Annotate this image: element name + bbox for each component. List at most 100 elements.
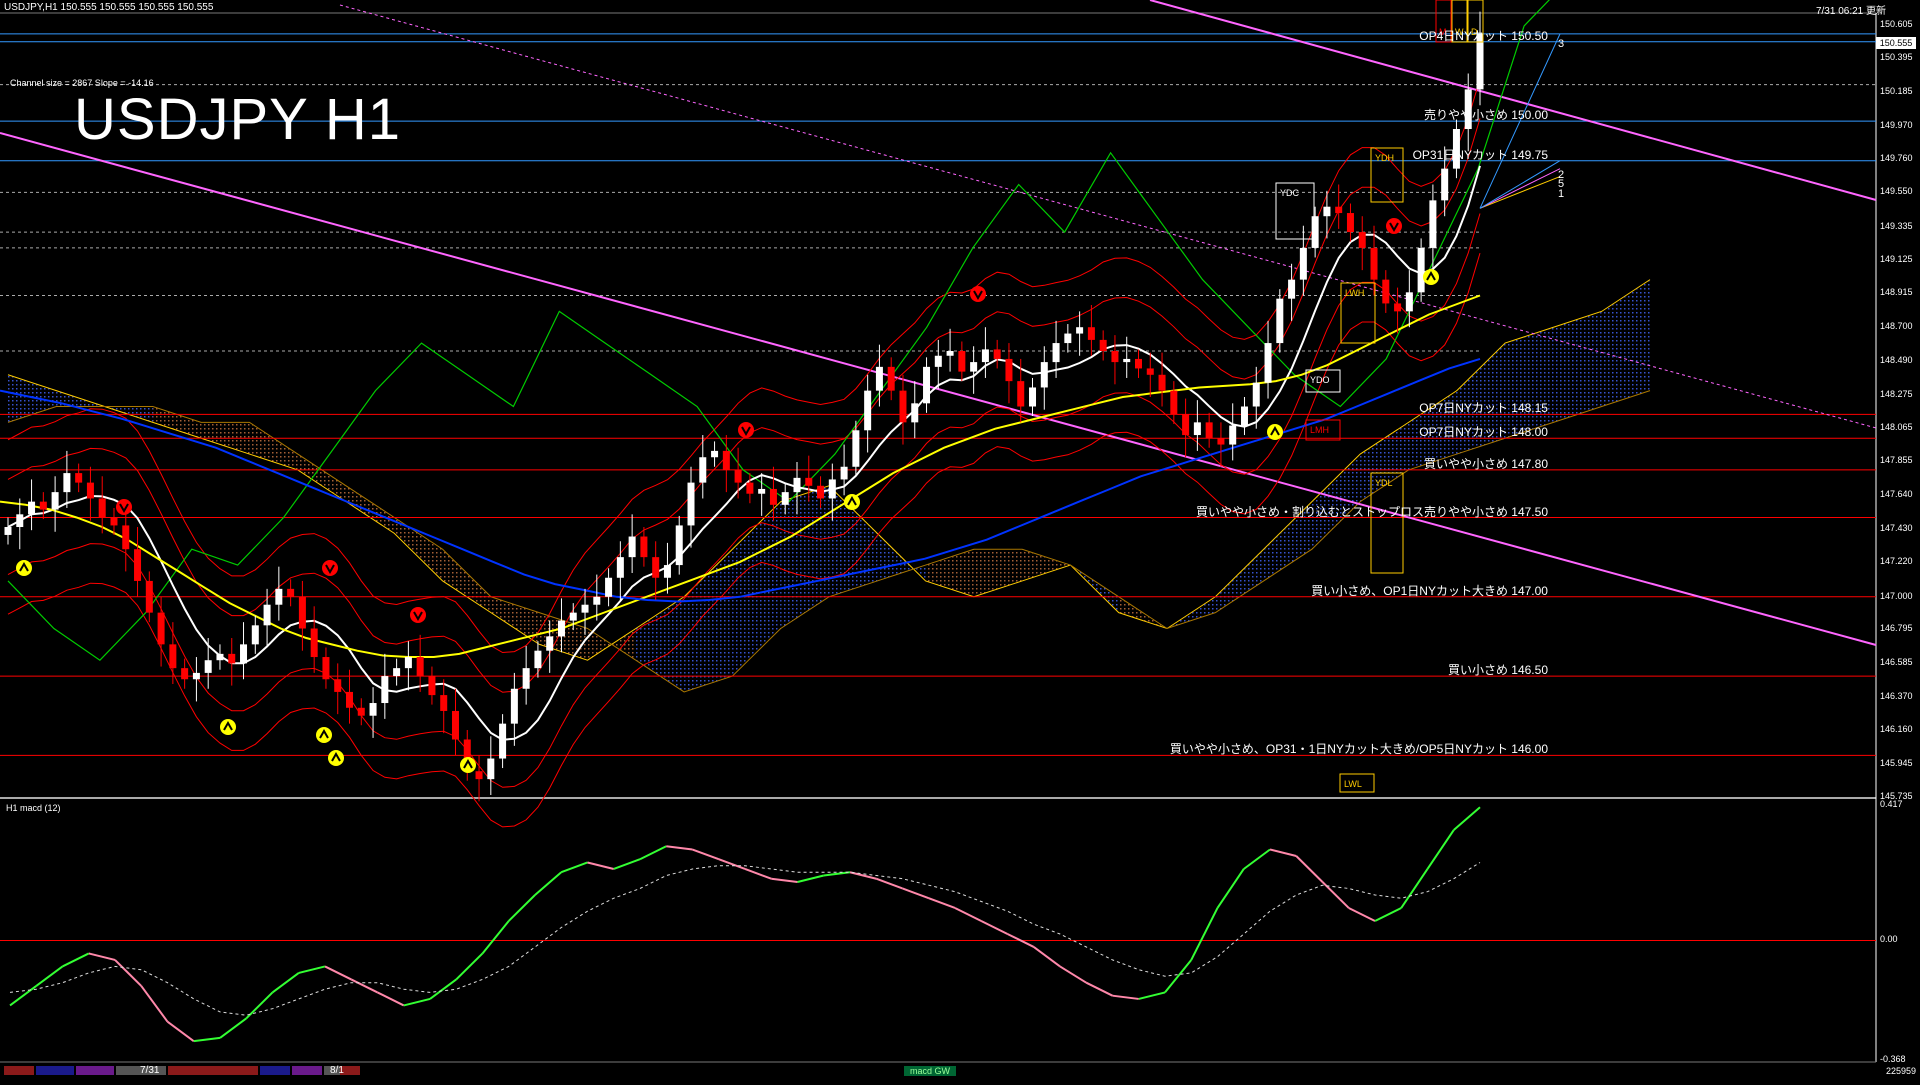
candle-body-24 [287,588,295,597]
candle-body-45 [534,650,542,669]
level-label-5: 買いやや小さめ 147.80 [1423,456,1548,471]
candle-body-87 [1029,387,1037,407]
candle-body-55 [652,557,660,578]
candle-body-96 [1134,358,1142,369]
level-label-3: OP7日NYカット 148.15 [1419,401,1548,416]
candle-body-99 [1170,390,1178,415]
macd-seg-41 [1085,981,1113,997]
candle-body-95 [1123,358,1131,363]
macd-seg-33 [875,877,903,890]
candle-body-33 [393,668,401,677]
candle-body-71 [840,466,848,480]
cloud-seg-8 [394,517,443,581]
strip-seg-red2 [168,1066,258,1075]
volume-text: 225959 [1885,1066,1916,1076]
price-tick-16: 147.220 [1880,555,1913,566]
price-tick-15: 147.430 [1880,522,1913,533]
candle-body-82 [970,362,978,372]
candle-body-93 [1099,339,1107,351]
macd-seg-47 [1243,848,1271,870]
candle-body-72 [852,430,860,467]
clock-text: 7/31 06:21 更新 [1815,6,1886,17]
cloud-seg-25 [1215,549,1264,613]
candle-body-75 [887,366,895,391]
candle-body-40 [475,771,483,780]
price-tick-22: 145.945 [1880,758,1913,769]
level-label-8: 買い小さめ 146.50 [1447,663,1548,678]
macd-seg-19 [508,894,536,922]
candle-body-106 [1252,382,1260,407]
macd-seg-18 [481,920,510,955]
macd-seg-10 [271,972,300,994]
cloud-seg-31 [1505,327,1554,439]
ref-box-label-2: YDO [1310,375,1330,385]
indicator-tab[interactable]: macd GW [904,1066,957,1076]
price-tick-11: 148.275 [1880,388,1913,399]
candle-body-111 [1311,216,1319,248]
macd-seg-2 [62,952,90,968]
macd-seg-6 [166,1020,195,1042]
candle-body-25 [298,596,306,629]
candle-body-103 [1217,438,1225,445]
strip-seg-blue [36,1066,74,1075]
strip-seg-blue2 [260,1066,290,1075]
candle-body-60 [711,450,719,458]
ref-box-label-6: LMH [1310,425,1329,435]
cloud-seg-32 [1553,311,1602,423]
candle-body-27 [322,657,330,680]
level-label-0: OP4日NYカット 150.50 [1419,28,1548,43]
macd-seg-20 [534,871,562,896]
macd-seg-26 [692,848,720,861]
macd-seg-4 [114,959,142,987]
candle-body-104 [1229,425,1237,445]
cloud-seg-28 [1360,422,1409,502]
candle-body-62 [734,469,742,483]
macd-seg-52 [1374,907,1402,922]
candle-body-6 [75,473,83,483]
chart-canvas[interactable]: YDCYDHYDOYDLLWHLWLLMHM W D3251 [0,0,1920,1080]
macd-seg-0 [9,985,37,1007]
price-tick-14: 147.640 [1880,489,1913,500]
cloud-seg-6 [297,454,347,502]
candle-body-35 [416,657,424,677]
macd-seg-50 [1321,881,1350,909]
candle-body-98 [1158,374,1166,391]
macd-seg-14 [377,991,405,1007]
candle-body-54 [640,536,648,558]
candle-body-57 [675,525,683,566]
cloud-seg-3 [152,406,202,439]
candle-body-113 [1335,206,1343,214]
macd-seg-34 [902,887,930,900]
macd-seg-25 [666,845,693,851]
candle-body-120 [1417,247,1425,293]
macd-seg-39 [1033,946,1061,968]
level-label-6: 買いやや小さめ・割り込むとストップロス売りやや小さめ 147.50 [1195,504,1548,519]
macd-seg-53 [1400,868,1429,909]
candle-body-108 [1276,298,1284,344]
boll-lower-0 [7,213,1481,788]
candle-body-17 [204,660,212,673]
candle-body-18 [216,653,224,661]
candle-body-26 [310,628,318,658]
macd-signal-line [9,862,1481,1016]
price-tick-8: 148.915 [1880,287,1913,298]
candle-body-41 [487,758,495,780]
macd-seg-36 [954,907,982,922]
price-tick-17: 147.000 [1880,590,1913,601]
candle-body-36 [428,676,436,696]
candle-body-74 [875,366,883,391]
candle-body-101 [1193,422,1201,436]
price-tick-13: 147.855 [1880,455,1913,466]
level-label-9: 買いやや小さめ、OP31・1日NYカット大きめ/OP5日NYカット 146.00 [1169,742,1548,757]
candle-body-13 [157,612,165,645]
fibo-label-3: 1 [1558,188,1564,200]
cloud-seg-10 [490,596,540,645]
price-tick-20: 146.370 [1880,690,1913,701]
fan-line-1 [1479,168,1561,209]
candle-body-69 [817,485,825,499]
price-tick-12: 148.065 [1880,421,1913,432]
candle-body-5 [63,473,71,493]
candle-body-105 [1240,406,1248,426]
candle-body-23 [275,588,283,605]
macd-seg-27 [718,858,746,870]
